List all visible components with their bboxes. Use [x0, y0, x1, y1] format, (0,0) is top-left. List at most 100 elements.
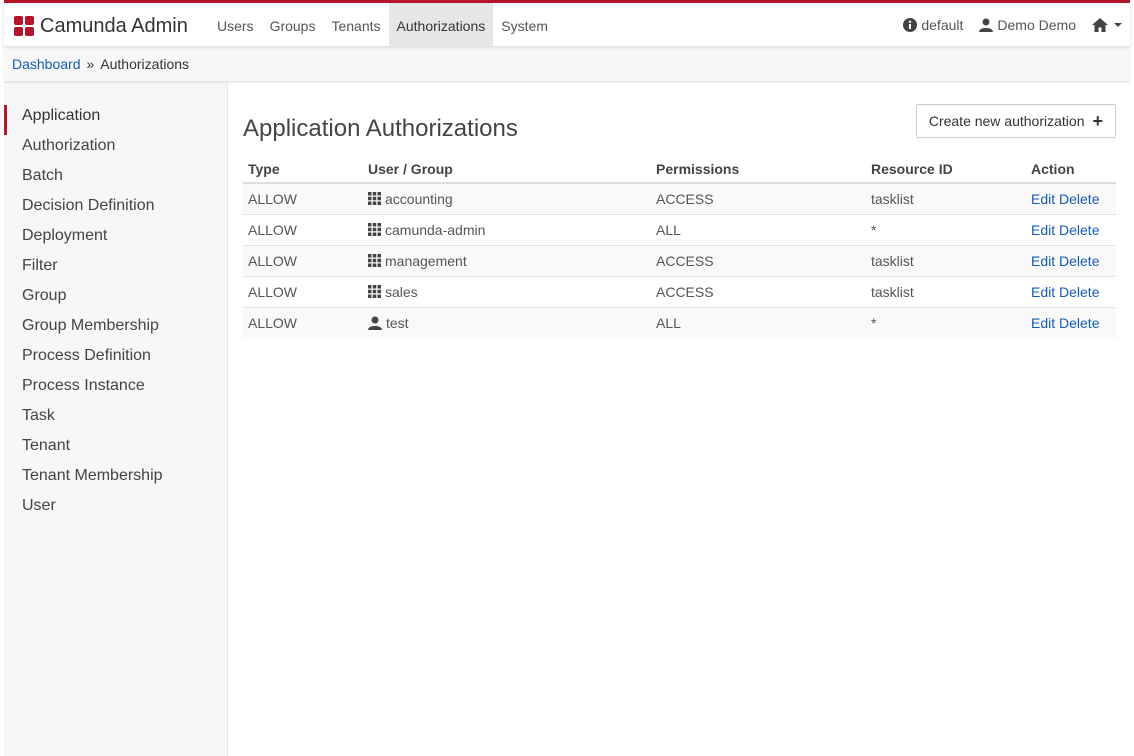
- cell-permissions: ALL: [651, 306, 866, 338]
- caret-down-icon: [1114, 22, 1122, 27]
- sidebar-item-batch[interactable]: Batch: [4, 165, 227, 195]
- column-header-type: Type: [243, 152, 363, 184]
- cell-user-group: camunda-admin: [363, 213, 651, 245]
- edit-link[interactable]: Edit: [1031, 315, 1055, 331]
- home-menu[interactable]: [1092, 17, 1126, 32]
- group-icon: [368, 223, 381, 236]
- info-icon: [903, 17, 918, 32]
- table-row: ALLOW management ACCESS tasklist Edit Delete: [243, 244, 1116, 276]
- cell-resource-id: tasklist: [866, 275, 1026, 307]
- nav-tenants[interactable]: Tenants: [323, 3, 388, 46]
- table-row: ALLOW accounting ACCESS tasklist Edit Delete: [243, 182, 1116, 214]
- delete-link[interactable]: Delete: [1059, 315, 1099, 331]
- nav-users[interactable]: Users: [209, 3, 262, 46]
- app-title: Camunda Admin: [40, 14, 188, 37]
- brand[interactable]: Camunda Admin: [14, 12, 188, 40]
- sidebar-item-authorization[interactable]: Authorization: [4, 135, 227, 165]
- home-icon: [1092, 17, 1108, 32]
- group-icon: [368, 285, 381, 298]
- cell-user-group: management: [363, 244, 651, 276]
- cell-type: ALLOW: [243, 244, 363, 276]
- create-authorization-button[interactable]: Create new authorization +: [915, 104, 1116, 138]
- main-nav: Users Groups Tenants Authorizations Syst…: [209, 3, 556, 46]
- delete-link[interactable]: Delete: [1059, 284, 1099, 300]
- column-header-user-group: User / Group: [363, 152, 651, 184]
- table-body: ALLOW accounting ACCESS tasklist Edit Delete…: [243, 182, 1116, 338]
- cell-permissions: ACCESS: [651, 244, 866, 276]
- breadcrumb-separator: »: [86, 56, 95, 72]
- column-header-resource-id: Resource ID: [866, 152, 1026, 184]
- right-nav: default Demo Demo: [887, 3, 1126, 46]
- table-row: ALLOW sales ACCESS tasklist Edit Delete: [243, 275, 1116, 307]
- edit-link[interactable]: Edit: [1031, 284, 1055, 300]
- cell-action: Edit Delete: [1026, 275, 1116, 307]
- cell-resource-id: tasklist: [866, 244, 1026, 276]
- group-icon: [368, 192, 381, 206]
- sidebar-item-group-membership[interactable]: Group Membership: [4, 315, 227, 345]
- engine-name: default: [921, 16, 964, 33]
- edit-link[interactable]: Edit: [1031, 253, 1055, 269]
- user-group-name: management: [385, 252, 467, 269]
- camunda-logo-icon: [14, 16, 34, 36]
- breadcrumb-current: Authorizations: [100, 56, 190, 72]
- cell-user-group: accounting: [363, 182, 651, 214]
- delete-link[interactable]: Delete: [1059, 191, 1099, 207]
- user-group-name: camunda-admin: [385, 221, 486, 238]
- sidebar: Application Authorization Batch Decision…: [4, 82, 228, 756]
- cell-action: Edit Delete: [1026, 213, 1116, 245]
- user-menu[interactable]: Demo Demo: [979, 17, 1076, 33]
- nav-authorizations[interactable]: Authorizations: [388, 3, 494, 46]
- table-row: ALLOW test ALL * Edit Delete: [243, 306, 1116, 338]
- breadcrumb-bar: Dashboard » Authorizations: [4, 46, 1130, 82]
- breadcrumb: Dashboard » Authorizations: [12, 56, 189, 72]
- delete-link[interactable]: Delete: [1059, 222, 1099, 238]
- cell-permissions: ACCESS: [651, 275, 866, 307]
- cell-action: Edit Delete: [1026, 306, 1116, 338]
- column-header-permissions: Permissions: [651, 152, 866, 184]
- engine-selector[interactable]: default: [903, 17, 963, 33]
- breadcrumb-dashboard-link[interactable]: Dashboard: [12, 56, 81, 72]
- page-title: Application Authorizations: [243, 115, 518, 142]
- cell-type: ALLOW: [243, 275, 363, 307]
- user-icon: [368, 316, 382, 330]
- sidebar-item-task[interactable]: Task: [4, 405, 227, 435]
- group-icon: [368, 254, 381, 267]
- cell-resource-id: *: [866, 213, 1026, 245]
- cell-type: ALLOW: [243, 213, 363, 245]
- sidebar-item-tenant[interactable]: Tenant: [4, 435, 227, 465]
- cell-action: Edit Delete: [1026, 182, 1116, 214]
- cell-user-group: sales: [363, 275, 651, 307]
- sidebar-item-user[interactable]: User: [4, 495, 227, 525]
- user-group-name: test: [386, 314, 409, 331]
- sidebar-item-decision-definition[interactable]: Decision Definition: [4, 195, 227, 225]
- top-navbar: Camunda Admin Users Groups Tenants Autho…: [4, 0, 1130, 46]
- delete-link[interactable]: Delete: [1059, 253, 1099, 269]
- user-group-name: accounting: [385, 190, 453, 207]
- edit-link[interactable]: Edit: [1031, 191, 1055, 207]
- cell-permissions: ALL: [651, 213, 866, 245]
- nav-system[interactable]: System: [493, 3, 556, 46]
- sidebar-item-tenant-membership[interactable]: Tenant Membership: [4, 465, 227, 495]
- table-row: ALLOW camunda-admin ALL * Edit Delete: [243, 213, 1116, 245]
- sidebar-item-deployment[interactable]: Deployment: [4, 225, 227, 255]
- create-authorization-label: Create new authorization: [928, 113, 1085, 129]
- sidebar-item-group[interactable]: Group: [4, 285, 227, 315]
- cell-type: ALLOW: [243, 182, 363, 214]
- cell-permissions: ACCESS: [651, 182, 866, 214]
- authorizations-table: Type User / Group Permissions Resource I…: [243, 152, 1116, 338]
- cell-type: ALLOW: [243, 306, 363, 338]
- sidebar-item-filter[interactable]: Filter: [4, 255, 227, 285]
- column-header-action: Action: [1026, 152, 1116, 184]
- edit-link[interactable]: Edit: [1031, 222, 1055, 238]
- table-header-row: Type User / Group Permissions Resource I…: [243, 152, 1116, 184]
- sidebar-item-process-instance[interactable]: Process Instance: [4, 375, 227, 405]
- cell-user-group: test: [363, 306, 651, 338]
- sidebar-item-application[interactable]: Application: [4, 105, 227, 135]
- sidebar-item-process-definition[interactable]: Process Definition: [4, 345, 227, 375]
- nav-groups[interactable]: Groups: [262, 3, 324, 46]
- user-icon: [979, 18, 994, 32]
- user-name: Demo Demo: [997, 16, 1076, 33]
- plus-icon: +: [1092, 111, 1103, 131]
- cell-resource-id: tasklist: [866, 182, 1026, 214]
- cell-action: Edit Delete: [1026, 244, 1116, 276]
